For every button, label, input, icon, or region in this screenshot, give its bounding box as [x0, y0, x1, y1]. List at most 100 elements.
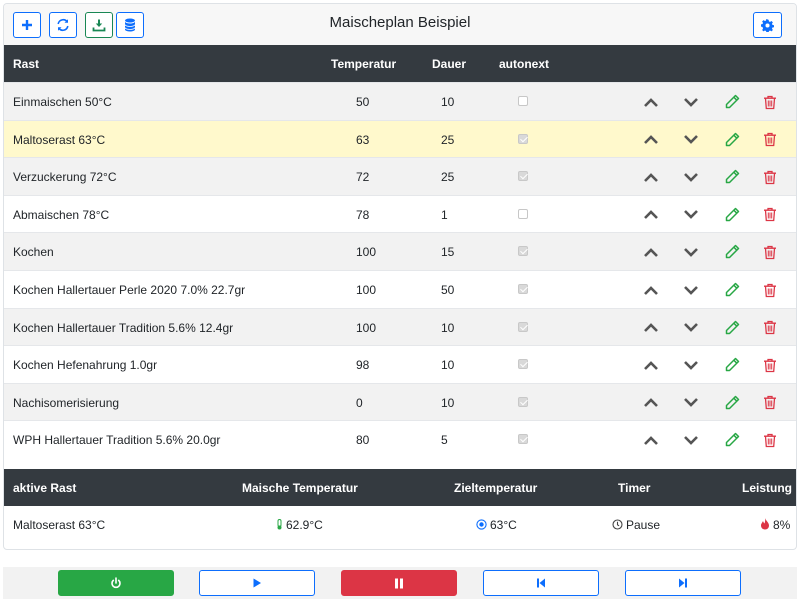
edit-button[interactable] — [722, 318, 742, 338]
delete-button[interactable] — [760, 92, 780, 112]
move-down-button[interactable] — [681, 92, 701, 112]
delete-button[interactable] — [760, 430, 780, 450]
power-button[interactable] — [58, 570, 174, 596]
trash-icon — [764, 95, 776, 109]
status-header: aktive Rast Maische Temperatur Zieltempe… — [4, 469, 796, 506]
autonext-checkbox[interactable] — [518, 171, 528, 182]
thermometer-icon — [276, 519, 283, 533]
rast-duration: 15 — [441, 245, 455, 260]
chevron-up-icon — [644, 97, 658, 107]
delete-button[interactable] — [760, 167, 780, 187]
gear-icon — [761, 18, 774, 32]
move-down-button[interactable] — [681, 205, 701, 225]
table-row[interactable]: Kochen 100 15 — [4, 232, 796, 270]
edit-button[interactable] — [722, 167, 742, 187]
trash-icon — [764, 245, 776, 260]
autonext-checkbox[interactable] — [518, 284, 528, 294]
autonext-checkbox[interactable] — [518, 246, 528, 257]
edit-button[interactable] — [722, 205, 742, 225]
autonext-checkbox[interactable] — [518, 208, 528, 219]
table-row[interactable]: Verzuckerung 72°C 72 25 — [4, 157, 796, 195]
move-up-button[interactable] — [641, 130, 661, 150]
status-header-aktive-rast: aktive Rast — [13, 481, 77, 495]
edit-button[interactable] — [722, 130, 742, 150]
move-down-button[interactable] — [681, 318, 701, 338]
edit-button[interactable] — [722, 355, 742, 375]
pencil-icon — [725, 357, 740, 372]
autonext-checkbox[interactable] — [518, 396, 528, 407]
pencil-icon — [725, 433, 740, 447]
move-up-button[interactable] — [641, 167, 661, 187]
delete-button[interactable] — [760, 205, 780, 225]
rast-name: Kochen Hallertauer Tradition 5.6% 12.4gr — [13, 320, 234, 335]
table-row[interactable]: Kochen Hallertauer Tradition 5.6% 12.4gr… — [4, 307, 796, 346]
chevron-down-icon — [684, 398, 698, 408]
chevron-down-icon — [684, 247, 698, 257]
move-up-button[interactable] — [641, 355, 661, 375]
move-down-button[interactable] — [681, 280, 701, 300]
delete-button[interactable] — [760, 242, 780, 262]
delete-button[interactable] — [760, 355, 780, 375]
autonext-checkbox[interactable] — [518, 359, 528, 370]
active-rast-value: Maltoserast 63°C — [13, 518, 106, 532]
trash-icon — [764, 283, 776, 297]
next-button[interactable] — [625, 570, 741, 596]
move-down-button[interactable] — [681, 130, 701, 150]
delete-button[interactable] — [760, 393, 780, 413]
pencil-icon — [725, 94, 740, 109]
delete-button[interactable] — [760, 280, 780, 300]
table-row[interactable]: Kochen Hefenahrung 1.0gr 98 10 — [4, 345, 796, 383]
status-header-leistung: Leistung — [742, 481, 792, 495]
delete-button[interactable] — [760, 130, 780, 150]
autonext-checkbox[interactable] — [518, 96, 528, 106]
rast-duration: 25 — [441, 132, 455, 147]
trash-icon — [764, 132, 776, 147]
move-up-button[interactable] — [641, 205, 661, 225]
table-row[interactable]: Nachisomerisierung 0 10 — [4, 382, 796, 421]
table-row[interactable]: Abmaischen 78°C 78 1 — [4, 194, 796, 233]
settings-button[interactable] — [753, 12, 782, 38]
table-row[interactable]: Maltoserast 63°C 63 25 — [4, 119, 796, 158]
rast-duration: 10 — [441, 358, 455, 373]
chevron-down-icon — [684, 285, 698, 295]
target-temp-value: 63°C — [490, 518, 517, 532]
move-down-button[interactable] — [681, 393, 701, 413]
edit-button[interactable] — [722, 280, 742, 300]
autonext-checkbox[interactable] — [518, 321, 528, 332]
move-up-button[interactable] — [641, 393, 661, 413]
table-row[interactable]: Einmaischen 50°C 50 10 — [4, 82, 796, 120]
rast-name: Verzuckerung 72°C — [13, 170, 117, 185]
edit-button[interactable] — [722, 430, 742, 450]
move-up-button[interactable] — [641, 242, 661, 262]
pause-button[interactable] — [341, 570, 457, 596]
move-up-button[interactable] — [641, 280, 661, 300]
chevron-down-icon — [684, 323, 698, 332]
delete-button[interactable] — [760, 318, 780, 338]
rast-temperature: 98 — [356, 358, 370, 373]
autonext-checkbox[interactable] — [518, 434, 528, 445]
move-down-button[interactable] — [681, 355, 701, 375]
move-up-button[interactable] — [641, 92, 661, 112]
toolbar: Maischeplan Beispiel — [4, 4, 796, 45]
move-up-button[interactable] — [641, 318, 661, 338]
previous-button[interactable] — [483, 570, 599, 596]
table-row[interactable]: WPH Hallertauer Tradition 5.6% 20.0gr 80 5 — [4, 420, 796, 458]
play-button[interactable] — [199, 570, 315, 596]
clock-icon — [612, 519, 623, 533]
skip-back-icon — [537, 578, 545, 588]
edit-button[interactable] — [722, 393, 742, 413]
move-down-button[interactable] — [681, 430, 701, 450]
rast-temperature: 72 — [356, 170, 370, 185]
move-down-button[interactable] — [681, 167, 701, 187]
chevron-down-icon — [684, 135, 698, 144]
rast-duration: 10 — [441, 395, 455, 410]
move-down-button[interactable] — [681, 242, 701, 262]
chevron-up-icon — [644, 285, 658, 295]
edit-button[interactable] — [722, 242, 742, 262]
move-up-button[interactable] — [641, 430, 661, 450]
chevron-down-icon — [684, 435, 698, 445]
chevron-up-icon — [644, 135, 658, 145]
autonext-checkbox[interactable] — [518, 133, 528, 144]
table-row[interactable]: Kochen Hallertauer Perle 2020 7.0% 22.7g… — [4, 270, 796, 308]
edit-button[interactable] — [722, 92, 742, 112]
